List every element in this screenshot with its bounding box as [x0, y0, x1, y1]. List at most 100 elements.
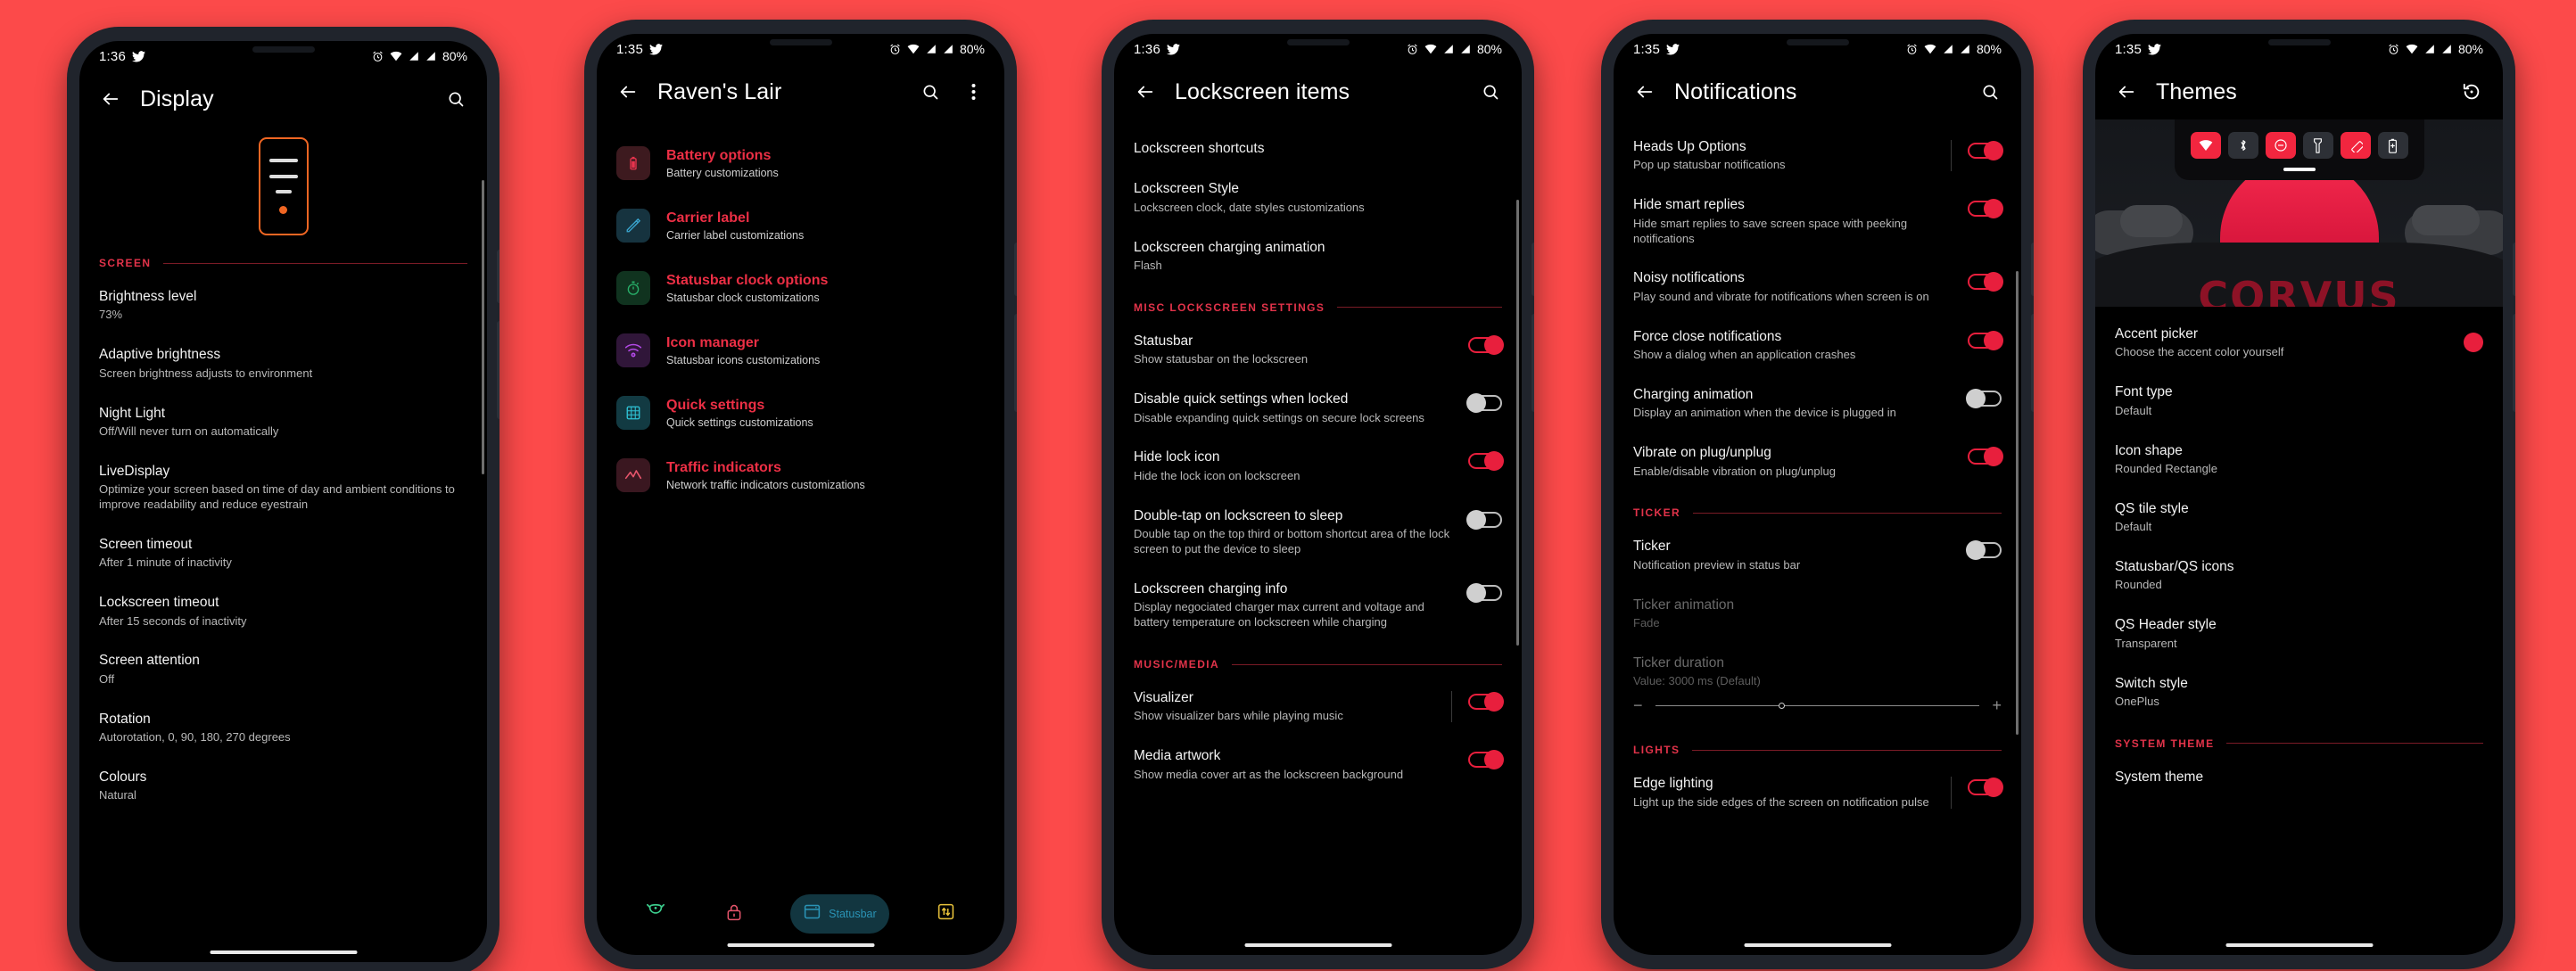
search-icon[interactable] — [442, 86, 469, 112]
list-item[interactable]: Lockscreen charging animation Flash — [1114, 227, 1522, 285]
list-item[interactable]: Lockscreen timeout After 15 seconds of in… — [79, 582, 487, 640]
nav-item-lockscreen[interactable] — [713, 894, 755, 934]
list-item[interactable]: Visualizer Show visualizer bars while pla… — [1114, 678, 1522, 736]
back-icon[interactable] — [97, 86, 124, 112]
list-item[interactable]: Screen timeout After 1 minute of inactivi… — [79, 524, 487, 582]
power-button[interactable] — [1532, 314, 1534, 412]
battery-saver-icon[interactable] — [2377, 132, 2408, 159]
list-item[interactable]: QS Header style Transparent — [2095, 605, 2503, 662]
list-item[interactable]: Statusbar Show statusbar on the lockscree… — [1114, 321, 1522, 379]
scrollbar[interactable] — [2016, 271, 2019, 735]
bluetooth-icon[interactable] — [2227, 132, 2258, 159]
list-item[interactable]: Charging animation Display an animation w… — [1614, 374, 2021, 432]
power-button[interactable] — [1014, 314, 1017, 412]
search-icon[interactable] — [917, 78, 944, 105]
toggle-switch[interactable] — [1468, 451, 1504, 472]
list-item[interactable]: Ticker Notification preview in status bar — [1614, 526, 2021, 584]
home-indicator[interactable] — [1744, 943, 1891, 947]
list-item[interactable]: Disable quick settings when locked Disabl… — [1114, 379, 1522, 437]
list-item[interactable]: Hide smart replies Hide smart replies to … — [1614, 185, 2021, 258]
flashlight-icon[interactable] — [2302, 132, 2333, 159]
settings-list[interactable]: Battery options Battery customizations Ca… — [597, 119, 1004, 885]
toggle-switch[interactable] — [1968, 141, 2003, 160]
list-item[interactable]: Media artwork Show media cover art as the… — [1114, 736, 1522, 794]
plus-button[interactable]: + — [1992, 696, 2002, 715]
list-item[interactable]: Accent picker Choose the accent color you… — [2095, 314, 2503, 372]
volume-button[interactable] — [497, 250, 500, 303]
toggle-switch[interactable] — [1468, 334, 1504, 355]
list-item[interactable]: Switch style OnePlus — [2095, 663, 2503, 721]
minus-button[interactable]: − — [1633, 696, 1643, 715]
back-icon[interactable] — [1132, 78, 1159, 105]
list-item[interactable]: System theme — [2095, 757, 2503, 797]
list-item[interactable]: Brightness level 73% — [79, 276, 487, 334]
list-item[interactable]: Lockscreen shortcuts — [1114, 128, 1522, 169]
toggle-switch[interactable] — [1968, 330, 2003, 350]
toggle-switch[interactable] — [1968, 199, 2003, 219]
list-item[interactable]: Noisy notifications Play sound and vibrat… — [1614, 258, 2021, 316]
settings-list[interactable]: SCREEN Brightness level 73% Adaptive brig… — [79, 127, 487, 962]
toggle-switch[interactable] — [1468, 750, 1504, 770]
back-icon[interactable] — [615, 78, 641, 105]
volume-button[interactable] — [2031, 243, 2034, 296]
toggle-switch[interactable] — [1966, 388, 2002, 408]
list-item[interactable]: Force close notifications Show a dialog w… — [1614, 317, 2021, 374]
list-item[interactable]: Double-tap on lockscreen to sleep Double … — [1114, 496, 1522, 569]
power-button[interactable] — [2031, 314, 2034, 412]
dnd-icon[interactable] — [2265, 132, 2296, 159]
list-item[interactable]: Vibrate on plug/unplug Enable/disable vib… — [1614, 432, 2021, 490]
list-item[interactable]: Carrier label Carrier label customization… — [597, 194, 1004, 257]
search-icon[interactable] — [1977, 78, 2003, 105]
list-item[interactable]: Night Light Off/Will never turn on automa… — [79, 393, 487, 451]
home-indicator[interactable] — [1244, 943, 1391, 947]
slider-knob[interactable] — [1778, 703, 1785, 710]
toggle-switch[interactable] — [1968, 272, 2003, 292]
home-indicator[interactable] — [727, 943, 874, 947]
volume-button[interactable] — [1014, 243, 1017, 296]
ticker-duration-slider[interactable]: − + — [1614, 691, 2021, 728]
wifi-icon[interactable] — [2190, 132, 2221, 159]
home-indicator[interactable] — [2225, 943, 2373, 947]
drag-handle[interactable] — [2283, 168, 2316, 171]
accent-color-swatch[interactable] — [2464, 333, 2483, 352]
volume-button[interactable] — [2513, 243, 2515, 296]
toggle-switch[interactable] — [1468, 692, 1504, 712]
settings-list[interactable]: Accent picker Choose the accent color you… — [2095, 307, 2503, 955]
toggle-switch[interactable] — [1466, 393, 1502, 414]
power-button[interactable] — [2513, 314, 2515, 412]
scrollbar[interactable] — [1516, 200, 1519, 646]
settings-list[interactable]: Lockscreen shortcuts Lockscreen Style Loc… — [1114, 119, 1522, 955]
list-item[interactable]: Rotation Autorotation, 0, 90, 180, 270 de… — [79, 699, 487, 757]
list-item[interactable]: Font type Default — [2095, 372, 2503, 430]
list-item[interactable]: Lockscreen charging info Display negociat… — [1114, 569, 1522, 642]
list-item[interactable]: Statusbar/QS icons Rounded — [2095, 547, 2503, 605]
auto-rotate-icon[interactable] — [2340, 132, 2371, 159]
list-item[interactable]: Statusbar clock options Statusbar clock c… — [597, 257, 1004, 319]
list-item[interactable]: Screen attention Off — [79, 640, 487, 698]
settings-list[interactable]: Heads Up Options Pop up statusbar notific… — [1614, 119, 2021, 955]
toggle-switch[interactable] — [1966, 540, 2002, 561]
list-item[interactable]: Lockscreen Style Lockscreen clock, date s… — [1114, 169, 1522, 226]
nav-item-raven[interactable] — [633, 894, 678, 934]
list-item[interactable]: Battery options Battery customizations — [597, 132, 1004, 194]
search-icon[interactable] — [1477, 78, 1504, 105]
list-item[interactable]: QS tile style Default — [2095, 489, 2503, 547]
volume-button[interactable] — [1532, 243, 1534, 296]
back-icon[interactable] — [2113, 78, 2140, 105]
list-item[interactable]: Hide lock icon Hide the lock icon on lock… — [1114, 437, 1522, 495]
history-restore-icon[interactable] — [2458, 78, 2485, 105]
slider-track[interactable] — [1655, 703, 1980, 710]
toggle-switch[interactable] — [1466, 582, 1502, 603]
list-item[interactable]: Quick settings Quick settings customizati… — [597, 382, 1004, 444]
list-item[interactable]: Icon shape Rounded Rectangle — [2095, 431, 2503, 489]
home-indicator[interactable] — [210, 950, 357, 954]
power-button[interactable] — [497, 321, 500, 419]
list-item[interactable]: Icon manager Statusbar icons customizatio… — [597, 319, 1004, 382]
back-icon[interactable] — [1631, 78, 1658, 105]
nav-item-statusbar[interactable]: Statusbar — [790, 894, 889, 934]
list-item[interactable]: Colours Natural — [79, 757, 487, 815]
toggle-switch[interactable] — [1968, 447, 2003, 467]
list-item[interactable]: Edge lighting Light up the side edges of … — [1614, 763, 2021, 821]
nav-item-misc[interactable] — [924, 894, 968, 934]
list-item[interactable]: Heads Up Options Pop up statusbar notific… — [1614, 127, 2021, 185]
